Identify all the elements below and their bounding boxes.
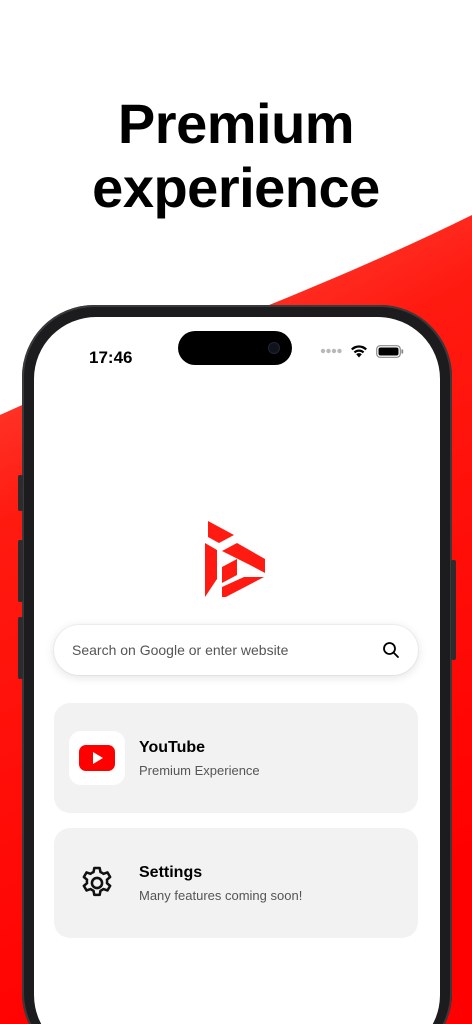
phone-side-button [18,475,23,511]
brand-logo-icon [205,521,265,597]
settings-card[interactable]: Settings Many features coming soon! [54,828,418,938]
phone-volume-down-button [18,617,23,679]
youtube-icon-tile [69,731,125,785]
search-bar[interactable]: Search on Google or enter website [54,625,418,675]
headline-line-1: Premium [117,92,355,155]
search-input[interactable]: Search on Google or enter website [72,642,382,658]
status-time: 17:46 [89,348,133,367]
phone-frame: 17:46 Search on Google or enter website … [18,305,456,1024]
youtube-icon [79,745,115,771]
status-icons [320,341,404,361]
phone-volume-up-button [18,540,23,602]
headline-line-2: experience [92,156,380,219]
wifi-icon [351,345,367,358]
card-title: Settings [139,864,203,881]
phone-screen: 17:46 Search on Google or enter website … [34,317,440,1024]
dynamic-island [178,331,292,365]
search-icon[interactable] [382,641,400,659]
page-headline: Premium experience [0,92,472,220]
signal-dots-icon [320,348,342,354]
battery-icon [376,344,404,358]
camera-icon [268,342,280,354]
gear-icon [82,866,112,897]
card-subtitle: Premium Experience [139,763,260,778]
settings-icon-tile [69,856,125,910]
card-subtitle: Many features coming soon! [139,888,303,903]
card-title: YouTube [139,739,206,756]
youtube-card[interactable]: YouTube Premium Experience [54,703,418,813]
phone-power-button [451,560,456,660]
